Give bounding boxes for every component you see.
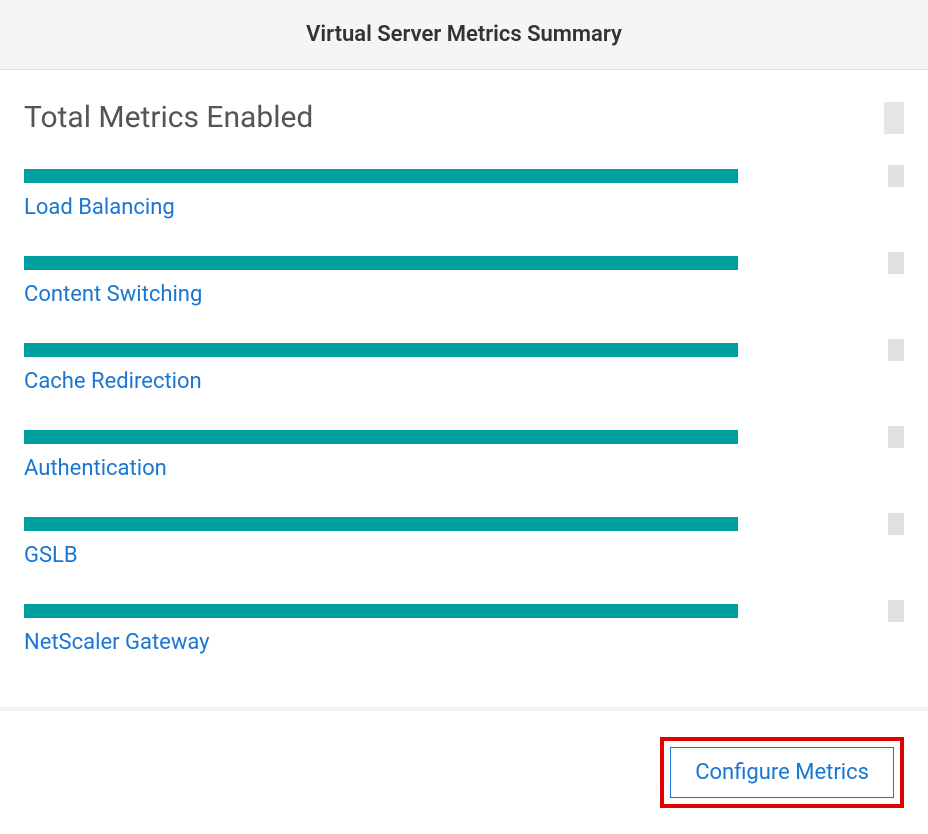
metric-count	[888, 426, 904, 448]
total-metrics-row: Total Metrics Enabled	[24, 100, 904, 135]
metric-bar-row	[24, 165, 904, 187]
metric-link-gslb[interactable]: GSLB	[24, 543, 904, 568]
metric-bar-row	[24, 339, 904, 361]
metric-link-content-switching[interactable]: Content Switching	[24, 282, 904, 307]
total-metrics-label: Total Metrics Enabled	[24, 100, 313, 135]
metric-count	[888, 600, 904, 622]
metric-link-netscaler-gateway[interactable]: NetScaler Gateway	[24, 630, 904, 655]
metric-bar-row	[24, 252, 904, 274]
progress-bar	[24, 604, 738, 618]
metric-count	[888, 339, 904, 361]
configure-button-highlight: Configure Metrics	[660, 737, 904, 808]
metric-link-authentication[interactable]: Authentication	[24, 456, 904, 481]
panel-header: Virtual Server Metrics Summary	[0, 0, 928, 70]
metric-row-netscaler-gateway: NetScaler Gateway	[24, 600, 904, 655]
total-metrics-count	[884, 102, 904, 134]
metric-bar-row	[24, 426, 904, 448]
metric-bar-row	[24, 600, 904, 622]
progress-bar	[24, 256, 738, 270]
metric-row-gslb: GSLB	[24, 513, 904, 568]
metric-row-authentication: Authentication	[24, 426, 904, 481]
progress-bar	[24, 169, 738, 183]
metric-row-load-balancing: Load Balancing	[24, 165, 904, 220]
metric-row-cache-redirection: Cache Redirection	[24, 339, 904, 394]
progress-bar	[24, 517, 738, 531]
metric-count	[888, 513, 904, 535]
metric-bar-row	[24, 513, 904, 535]
metric-row-content-switching: Content Switching	[24, 252, 904, 307]
main-content: Total Metrics Enabled Load Balancing Con…	[0, 70, 928, 707]
panel-title: Virtual Server Metrics Summary	[0, 22, 928, 47]
metric-link-cache-redirection[interactable]: Cache Redirection	[24, 369, 904, 394]
metric-count	[888, 252, 904, 274]
progress-bar	[24, 343, 738, 357]
progress-bar	[24, 430, 738, 444]
panel-footer: Configure Metrics	[0, 707, 928, 834]
configure-metrics-button[interactable]: Configure Metrics	[670, 747, 894, 798]
metric-link-load-balancing[interactable]: Load Balancing	[24, 195, 904, 220]
metric-count	[888, 165, 904, 187]
